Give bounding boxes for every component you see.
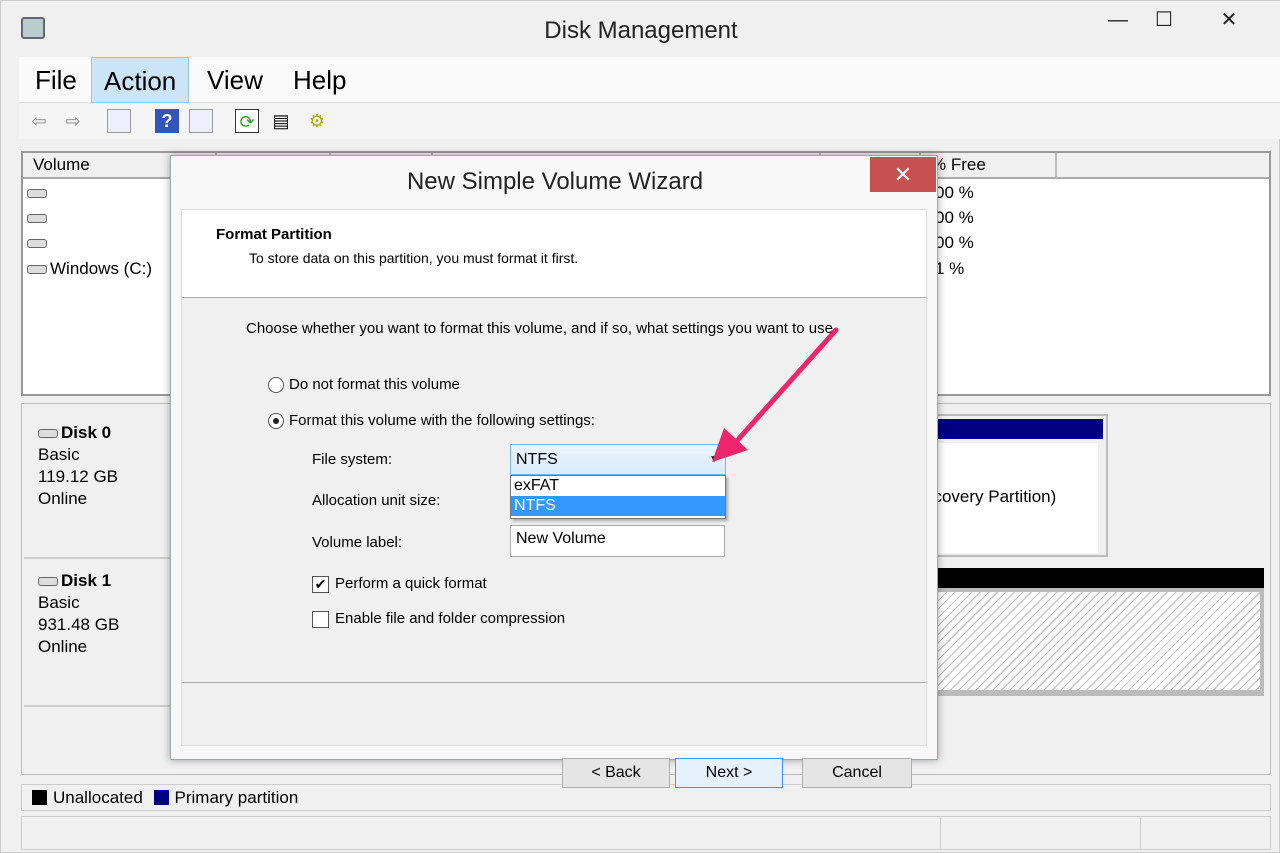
arrow-shaft (732, 327, 839, 446)
annotation-arrow (712, 327, 839, 462)
